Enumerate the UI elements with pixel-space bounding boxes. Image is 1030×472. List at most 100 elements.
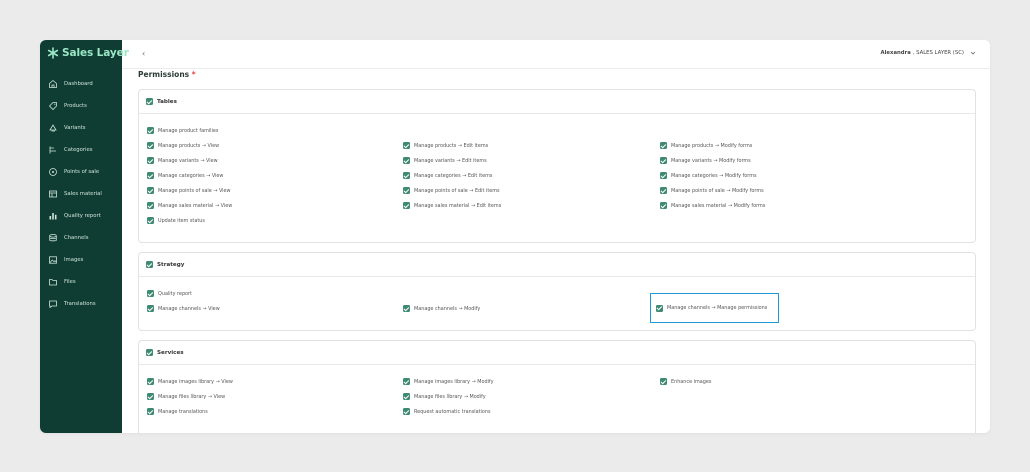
permission-option[interactable]: Manage images library → View <box>147 378 233 385</box>
section-checkbox[interactable] <box>146 98 153 105</box>
variants-icon <box>49 124 57 132</box>
section-header: Tables <box>139 90 975 114</box>
checkbox[interactable] <box>660 172 667 179</box>
checkbox[interactable] <box>660 187 667 194</box>
permission-label: Quality report <box>158 290 192 297</box>
permission-option[interactable]: Manage sales material → Modify forms <box>660 202 765 209</box>
section-checkbox[interactable] <box>146 349 153 356</box>
permission-label: Manage sales material → Edit items <box>414 202 502 209</box>
checkbox[interactable] <box>147 408 154 415</box>
bar-chart-icon <box>49 213 57 220</box>
permission-option[interactable]: Manage channels → View <box>147 305 220 312</box>
permission-option[interactable]: Manage products → Modify forms <box>660 142 752 149</box>
checkbox[interactable] <box>660 202 667 209</box>
chat-icon <box>49 300 57 309</box>
permission-option[interactable]: Manage categories → View <box>147 172 223 179</box>
permission-label: Manage sales material → View <box>158 202 233 209</box>
permission-label: Manage files library → View <box>158 393 226 400</box>
checkbox[interactable] <box>147 127 154 134</box>
checkbox[interactable] <box>656 304 663 312</box>
checkbox[interactable] <box>403 202 410 209</box>
checkbox[interactable] <box>147 172 154 179</box>
permission-option[interactable]: Manage images library → Modify <box>403 378 493 385</box>
permission-option[interactable]: Manage channels → Modify <box>403 305 480 312</box>
permission-option[interactable]: Manage variants → View <box>147 157 218 164</box>
checkbox[interactable] <box>403 378 410 385</box>
folder-icon <box>49 279 57 286</box>
sidebar-item-points-of-sale[interactable]: Points of sale <box>40 164 122 180</box>
section-header: Services <box>139 341 975 365</box>
permission-option[interactable]: Manage products → View <box>147 142 219 149</box>
checkbox[interactable] <box>660 378 667 385</box>
checkbox[interactable] <box>147 305 154 312</box>
sidebar-item-images[interactable]: Images <box>40 252 122 268</box>
permission-label: Manage channels → View <box>158 305 220 312</box>
checkbox[interactable] <box>147 157 154 164</box>
permission-option[interactable]: Manage points of sale → Modify forms <box>660 187 764 194</box>
sales-material-icon <box>49 190 57 198</box>
section-title: Strategy <box>157 261 185 268</box>
permission-option[interactable]: Manage files library → View <box>147 393 225 400</box>
permission-option[interactable]: Enhance images <box>660 378 711 385</box>
permission-option[interactable]: Manage variants → Edit items <box>403 157 487 164</box>
checkbox[interactable] <box>147 393 154 400</box>
permission-option[interactable]: Manage points of sale → Edit items <box>403 187 500 194</box>
permission-option[interactable]: Manage categories → Edit items <box>403 172 492 179</box>
location-icon <box>49 168 57 176</box>
permission-label: Request automatic translations <box>414 408 491 415</box>
checkbox[interactable] <box>147 378 154 385</box>
checkbox[interactable] <box>147 142 154 149</box>
sidebar-item-variants[interactable]: Variants <box>40 120 122 136</box>
permission-option[interactable]: Manage sales material → View <box>147 202 232 209</box>
sidebar-item-quality-report[interactable]: Quality report <box>40 208 122 224</box>
permission-option[interactable]: Manage product families <box>147 127 218 134</box>
sidebar-item-label: Sales material <box>64 191 102 197</box>
sidebar-item-categories[interactable]: Categories <box>40 142 122 158</box>
checkbox[interactable] <box>403 408 410 415</box>
permission-label: Manage categories → Edit items <box>414 172 493 179</box>
brand-logo[interactable]: Sales Layer <box>47 46 129 60</box>
permission-option[interactable]: Manage categories → Modify forms <box>660 172 757 179</box>
checkbox[interactable] <box>660 157 667 164</box>
permission-label: Manage products → Edit items <box>414 142 489 149</box>
image-icon <box>49 256 57 264</box>
user-menu[interactable]: Alexandra , SALES LAYER (SC) <box>881 50 976 56</box>
checkbox[interactable] <box>147 290 154 297</box>
permission-option[interactable]: Manage products → Edit items <box>403 142 488 149</box>
permission-label: Update item status <box>158 217 205 224</box>
topbar: ‹ Alexandra , SALES LAYER (SC) <box>122 40 990 69</box>
sidebar-item-label: Dashboard <box>64 81 93 87</box>
permission-option[interactable]: Update item status <box>147 217 205 224</box>
section-strategy: Strategy Quality report Manage channels … <box>138 252 976 331</box>
sidebar-item-files[interactable]: Files <box>40 274 122 290</box>
sidebar-item-channels[interactable]: Channels <box>40 230 122 246</box>
permission-label: Manage variants → Modify forms <box>671 157 751 164</box>
checkbox[interactable] <box>660 142 667 149</box>
sidebar-item-sales-material[interactable]: Sales material <box>40 186 122 202</box>
checkbox[interactable] <box>147 217 154 224</box>
checkbox[interactable] <box>147 187 154 194</box>
permission-option[interactable]: Manage variants → Modify forms <box>660 157 751 164</box>
permission-option[interactable]: Manage sales material → Edit items <box>403 202 501 209</box>
checkbox[interactable] <box>147 202 154 209</box>
sidebar-item-dashboard[interactable]: Dashboard <box>40 76 122 92</box>
checkbox[interactable] <box>403 305 410 312</box>
permission-option[interactable]: Manage files library → Modify <box>403 393 486 400</box>
sidebar-item-label: Images <box>64 257 84 263</box>
permission-label: Manage product families <box>158 127 219 134</box>
checkbox[interactable] <box>403 393 410 400</box>
sidebar-item-products[interactable]: Products <box>40 98 122 114</box>
checkbox[interactable] <box>403 157 410 164</box>
checkbox[interactable] <box>403 172 410 179</box>
section-checkbox[interactable] <box>146 261 153 268</box>
permission-option[interactable]: Manage translations <box>147 408 208 415</box>
permission-label: Manage channels → Modify <box>414 305 481 312</box>
permission-option[interactable]: Manage points of sale → View <box>147 187 231 194</box>
checkbox[interactable] <box>403 142 410 149</box>
permission-option[interactable]: Request automatic translations <box>403 408 491 415</box>
checkbox[interactable] <box>403 187 410 194</box>
permission-option[interactable]: Quality report <box>147 290 192 297</box>
permission-option-highlighted[interactable]: Manage channels → Manage permissions <box>650 293 779 323</box>
back-button[interactable]: ‹ <box>142 49 145 58</box>
sidebar-item-translations[interactable]: Translations <box>40 296 122 312</box>
